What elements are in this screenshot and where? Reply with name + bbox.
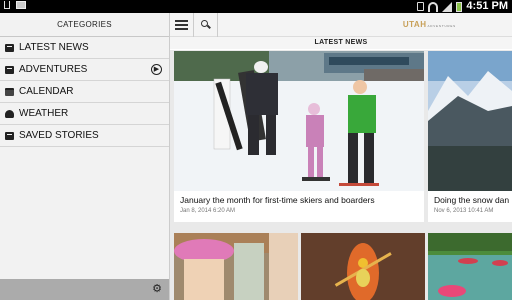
status-bar: 4:51 PM xyxy=(0,0,512,13)
vibrate-icon xyxy=(417,2,425,11)
article-headline: January the month for first-time skiers … xyxy=(180,195,375,205)
wifi-icon xyxy=(428,1,439,12)
sidebar-item-label: ADVENTURES xyxy=(19,64,88,75)
sidebar-item-label: WEATHER xyxy=(19,108,69,119)
sidebar-item-label: CALENDAR xyxy=(19,86,74,97)
search-icon[interactable] xyxy=(195,13,218,37)
article-date: Nov 6, 2013 10:41 AM xyxy=(434,208,494,214)
news-card[interactable]: January the month for first-time skiers … xyxy=(174,51,424,222)
sidebar-item-saved-stories[interactable]: SAVED STORIES xyxy=(0,125,169,147)
article-photo-snowy-mountains xyxy=(428,51,512,191)
categories-header: CATEGORIES xyxy=(0,13,169,37)
news-feed: January the month for first-time skiers … xyxy=(170,50,512,300)
newspaper-icon xyxy=(5,131,14,140)
newspaper-icon xyxy=(5,43,14,52)
signal-icon xyxy=(442,1,453,12)
usb-icon xyxy=(4,1,10,9)
settings-icon[interactable]: ⚙ xyxy=(152,283,162,296)
navigation-drawer: CATEGORIES LATEST NEWS ADVENTURES ▶ CALE… xyxy=(0,13,170,300)
sidebar-item-calendar[interactable]: CALENDAR xyxy=(0,81,169,103)
expand-arrow-icon[interactable]: ▶ xyxy=(151,64,162,75)
image-icon xyxy=(16,1,26,9)
sidebar-item-adventures[interactable]: ADVENTURES ▶ xyxy=(0,59,169,81)
toolbar: UTAHADVENTURES xyxy=(170,13,512,37)
news-card[interactable] xyxy=(428,233,512,300)
weather-icon xyxy=(5,109,14,118)
sidebar-footer: ⚙ xyxy=(0,279,169,300)
app-logo[interactable]: UTAHADVENTURES xyxy=(403,20,456,29)
sidebar-item-label: LATEST NEWS xyxy=(19,42,89,53)
section-title: LATEST NEWS xyxy=(170,37,512,49)
article-photo-skiers xyxy=(174,51,424,191)
news-card[interactable] xyxy=(301,233,425,300)
article-photo-kayak xyxy=(301,233,425,300)
article-photo-crowd xyxy=(174,233,298,300)
calendar-icon xyxy=(5,87,14,96)
news-card[interactable]: Doing the snow dan Nov 6, 2013 10:41 AM xyxy=(428,51,512,222)
sidebar-item-latest-news[interactable]: LATEST NEWS xyxy=(0,37,169,59)
article-headline: Doing the snow dan xyxy=(434,195,510,205)
sidebar-item-label: SAVED STORIES xyxy=(19,130,99,141)
battery-icon xyxy=(456,1,463,12)
article-date: Jan 8, 2014 6:20 AM xyxy=(180,208,236,214)
sidebar-item-weather[interactable]: WEATHER xyxy=(0,103,169,125)
newspaper-icon xyxy=(5,65,14,74)
article-photo-rafting xyxy=(428,233,512,300)
main-content: UTAHADVENTURES LATEST NEWS January the m… xyxy=(170,13,512,300)
news-card[interactable] xyxy=(174,233,298,300)
hamburger-menu-icon[interactable] xyxy=(170,13,194,37)
status-time: 4:51 PM xyxy=(466,0,508,12)
